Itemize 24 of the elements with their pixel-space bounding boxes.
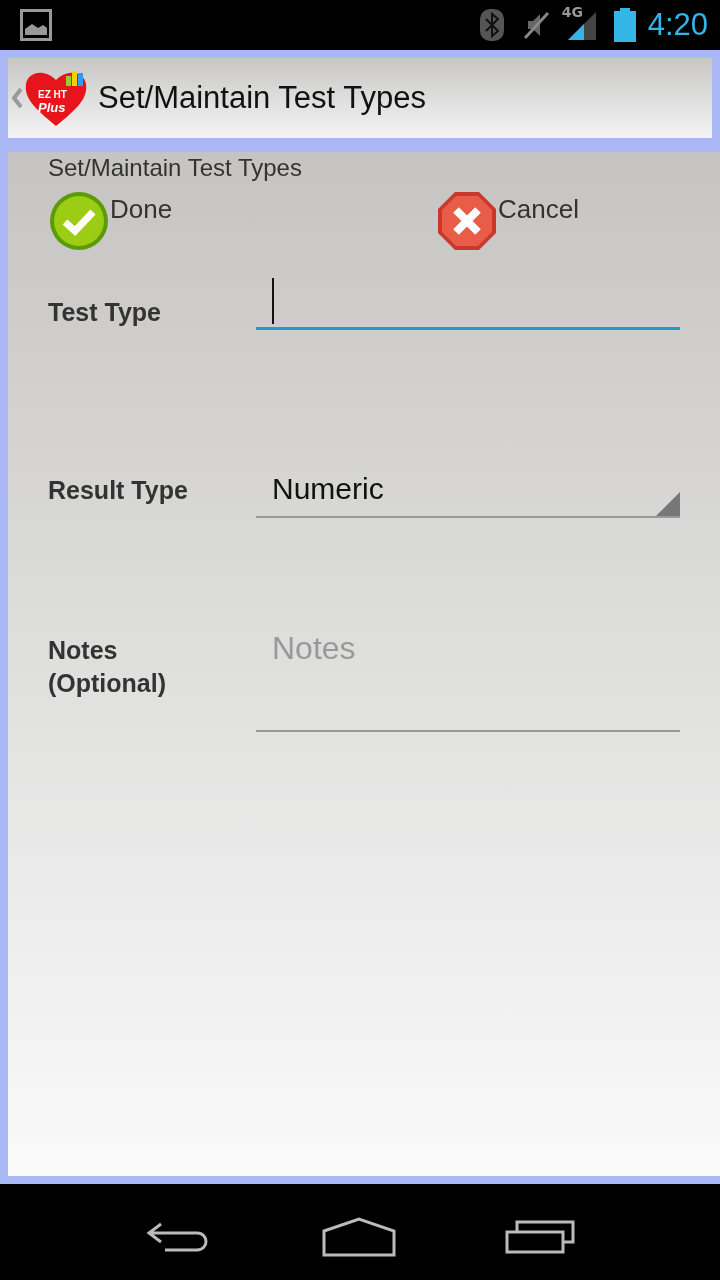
field-label: Notes (Optional) [48,635,168,699]
image-notification-icon [20,9,52,41]
back-chevron-icon [12,88,22,108]
form-heading: Set/Maintain Test Types [48,154,303,182]
clock: 4:20 [647,7,708,43]
network-type-label: 4G [561,4,583,20]
done-button[interactable]: Done [48,190,436,252]
result-type-dropdown[interactable]: Numeric [256,462,680,518]
home-icon[interactable] [322,1217,396,1257]
field-label: Test Type [48,298,162,327]
bluetooth-icon [479,9,504,41]
battery-icon [613,8,636,42]
cross-octagon-icon [436,190,498,252]
logo-text: Plus [38,101,66,114]
app-home-button[interactable]: EZ HT Plus [8,68,88,128]
screen-title: Set/Maintain Test Types [98,80,426,116]
check-circle-icon [48,190,110,252]
recent-apps-icon[interactable] [505,1220,576,1254]
heart-chart-icon [24,68,88,128]
dropdown-corner-icon [656,492,680,516]
cancel-button[interactable]: Cancel [436,190,720,252]
muted-speaker-icon [521,10,550,40]
field-label: Result Type [48,476,189,505]
logo-text: EZ HT [38,90,67,100]
